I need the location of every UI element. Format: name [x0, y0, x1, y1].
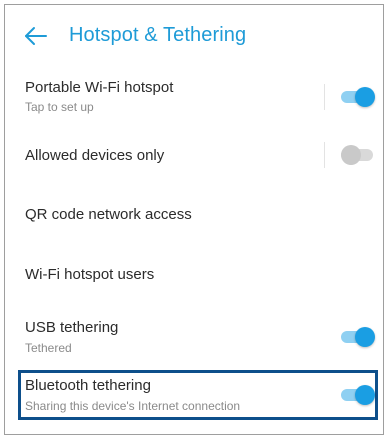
- setting-qr-code-network-access[interactable]: QR code network access: [5, 193, 383, 237]
- toggle-thumb: [341, 145, 361, 165]
- settings-screen: Hotspot & Tethering Portable Wi-Fi hotsp…: [4, 4, 384, 435]
- page-title: Hotspot & Tethering: [69, 24, 247, 46]
- portable-wifi-hotspot-toggle[interactable]: [341, 86, 375, 108]
- setting-sublabel: Tap to set up: [25, 100, 94, 114]
- setting-label: USB tethering: [25, 319, 119, 336]
- setting-usb-tethering[interactable]: USB tethering Tethered: [5, 311, 383, 363]
- row-divider: [324, 142, 325, 168]
- setting-sublabel: Tethered: [25, 341, 72, 355]
- app-bar: Hotspot & Tethering: [5, 5, 383, 67]
- toggle-thumb: [355, 385, 375, 405]
- setting-label: QR code network access: [25, 206, 192, 223]
- toggle-thumb: [355, 87, 375, 107]
- setting-label: Allowed devices only: [25, 147, 165, 164]
- setting-allowed-devices-only[interactable]: Allowed devices only: [5, 131, 383, 179]
- setting-bluetooth-tethering[interactable]: Bluetooth tethering Sharing this device'…: [5, 371, 383, 419]
- arrow-left-icon: [25, 27, 47, 45]
- row-divider: [324, 84, 325, 110]
- setting-wifi-hotspot-users[interactable]: Wi-Fi hotspot users: [5, 253, 383, 297]
- bluetooth-tethering-toggle[interactable]: [341, 384, 375, 406]
- setting-label: Bluetooth tethering: [25, 377, 151, 394]
- setting-sublabel: Sharing this device's Internet connectio…: [25, 399, 241, 413]
- setting-portable-wifi-hotspot[interactable]: Portable Wi-Fi hotspot Tap to set up: [5, 71, 383, 123]
- setting-label: Portable Wi-Fi hotspot: [25, 79, 174, 96]
- setting-label: Wi-Fi hotspot users: [25, 266, 155, 283]
- usb-tethering-toggle[interactable]: [341, 326, 375, 348]
- allowed-devices-only-toggle[interactable]: [341, 144, 375, 166]
- back-button[interactable]: [23, 23, 49, 49]
- toggle-thumb: [355, 327, 375, 347]
